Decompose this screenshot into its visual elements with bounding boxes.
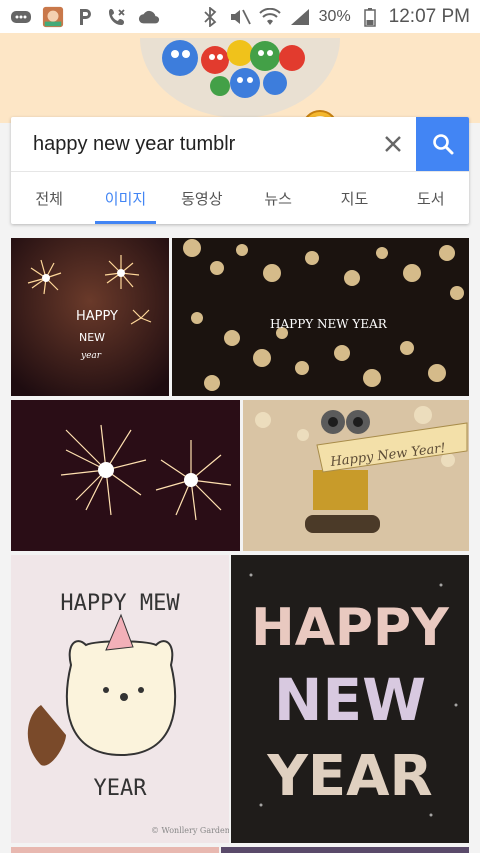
- image-result[interactable]: [11, 400, 240, 551]
- tab-videos[interactable]: 동영상: [164, 172, 240, 224]
- image-result[interactable]: [221, 847, 469, 853]
- clear-search-button[interactable]: [370, 117, 416, 171]
- tab-images[interactable]: 이미지: [87, 172, 163, 224]
- image-thumbnail: Happy New Year!: [243, 400, 469, 551]
- image-result[interactable]: HAPPY NEW YEAR: [231, 555, 469, 843]
- image-result[interactable]: HAPPY NEW year: [11, 238, 169, 396]
- search-input[interactable]: happy new year tumblr: [11, 133, 370, 156]
- image-thumbnail: HAPPY NEW YEAR: [231, 555, 469, 843]
- search-doodle[interactable]: [0, 33, 480, 123]
- search-button[interactable]: [416, 117, 469, 171]
- image-caption: NEW: [274, 666, 426, 734]
- tab-all[interactable]: 전체: [11, 172, 87, 224]
- image-caption: NEW: [79, 331, 105, 344]
- missed-call-icon: [106, 8, 128, 26]
- search-tabs: 전체 이미지 동영상 뉴스 지도 도서: [11, 171, 469, 224]
- image-result[interactable]: HAPPY NEW YEAR: [172, 238, 469, 396]
- battery-icon: [359, 7, 381, 27]
- image-thumbnail: HAPPY MEW YEAR © Wonllery Garden: [11, 555, 229, 843]
- battery-percent: 30%: [318, 7, 351, 25]
- tab-maps[interactable]: 지도: [316, 172, 392, 224]
- image-caption: HAPPY: [76, 309, 118, 324]
- tab-news[interactable]: 뉴스: [240, 172, 316, 224]
- image-caption: HAPPY: [251, 598, 450, 658]
- cloud-icon: [138, 8, 160, 26]
- parking-icon: [74, 8, 96, 26]
- close-icon: [385, 136, 401, 152]
- image-caption: © Wonllery Garden: [151, 826, 229, 835]
- tab-books[interactable]: 도서: [393, 172, 469, 224]
- status-bar: 30% 12:07 PM: [0, 0, 480, 33]
- clock: 12:07 PM: [388, 5, 470, 27]
- mute-icon: [229, 8, 251, 26]
- image-thumbnail: [11, 400, 240, 551]
- app-notification-icon: [42, 6, 64, 27]
- image-result[interactable]: Happy New Year!: [243, 400, 469, 551]
- image-caption: year: [80, 351, 102, 361]
- messages-icon: [10, 8, 32, 26]
- signal-icon: [289, 8, 311, 26]
- wifi-icon: [258, 7, 281, 26]
- image-caption: YEAR: [266, 744, 432, 809]
- image-caption: YEAR: [94, 776, 148, 801]
- bluetooth-icon: [199, 6, 221, 27]
- search-icon: [432, 134, 453, 155]
- image-caption: HAPPY NEW YEAR: [270, 317, 388, 331]
- image-caption: HAPPY MEW: [60, 591, 180, 616]
- search-card: happy new year tumblr 전체 이미지 동영상 뉴스 지도 도…: [11, 117, 469, 224]
- image-result[interactable]: [11, 847, 219, 853]
- doodle-globe-illustration: [140, 38, 340, 123]
- image-thumbnail: HAPPY NEW year: [11, 238, 169, 396]
- image-result[interactable]: HAPPY MEW YEAR © Wonllery Garden: [11, 555, 229, 843]
- image-thumbnail: HAPPY NEW YEAR: [172, 238, 469, 396]
